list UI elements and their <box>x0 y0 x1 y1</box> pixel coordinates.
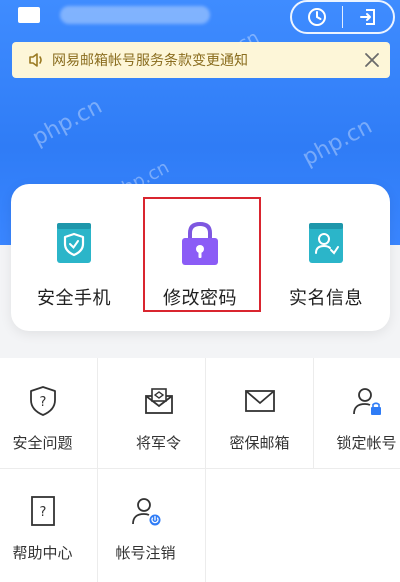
question-shield-icon: ? <box>26 384 60 418</box>
token-button[interactable]: 将军令 <box>110 358 207 468</box>
real-name-info-button[interactable]: 实名信息 <box>263 184 389 331</box>
history-button[interactable] <box>292 2 342 32</box>
svg-text:?: ? <box>39 505 46 520</box>
lock-account-label: 锁定帐号 <box>336 434 397 452</box>
token-envelope-icon <box>142 384 176 418</box>
top-bar: ••••••••••• <box>0 0 400 38</box>
mail-icon <box>243 384 277 418</box>
change-password-button[interactable]: 修改密码 <box>137 184 263 331</box>
security-question-label: 安全问题 <box>12 434 73 452</box>
help-doc-icon: ? <box>26 494 60 528</box>
notice-text: 网易邮箱帐号服务条款变更通知 <box>52 53 248 69</box>
backup-email-button[interactable]: 密保邮箱 <box>211 358 308 468</box>
clock-icon <box>308 8 326 26</box>
secure-phone-label: 安全手机 <box>37 288 111 309</box>
id-card-icon <box>303 220 349 266</box>
divider <box>205 468 206 582</box>
top-actions <box>290 0 395 34</box>
close-icon <box>365 53 379 67</box>
lock-icon <box>177 220 223 266</box>
security-grid: ? 安全问题 将军令 密保邮箱 锁定帐号 ? 帮助中心 帐号注销 <box>0 358 400 582</box>
security-question-button[interactable]: ? 安全问题 <box>0 358 91 468</box>
notice-close-button[interactable] <box>354 42 390 78</box>
account-name: ••••••••••• <box>60 6 210 24</box>
svg-text:?: ? <box>39 395 46 410</box>
help-center-button[interactable]: ? 帮助中心 <box>0 468 91 578</box>
account-avatar <box>18 7 40 23</box>
help-center-label: 帮助中心 <box>12 544 73 562</box>
speaker-icon <box>29 53 42 67</box>
logout-button[interactable] <box>343 2 393 32</box>
notice-bar[interactable]: 网易邮箱帐号服务条款变更通知 <box>12 42 390 78</box>
backup-email-label: 密保邮箱 <box>229 434 290 452</box>
user-power-icon <box>129 494 163 528</box>
divider <box>313 358 314 468</box>
secure-phone-button[interactable]: 安全手机 <box>11 184 137 331</box>
primary-card: 安全手机 修改密码 实名信息 <box>11 184 390 331</box>
change-password-label: 修改密码 <box>163 288 237 309</box>
shield-phone-icon <box>51 220 97 266</box>
real-name-info-label: 实名信息 <box>289 288 363 309</box>
token-label: 将军令 <box>135 434 181 452</box>
close-account-button[interactable]: 帐号注销 <box>97 468 194 578</box>
lock-account-button[interactable]: 锁定帐号 <box>318 358 400 468</box>
exit-icon <box>360 9 375 25</box>
close-account-label: 帐号注销 <box>115 544 176 562</box>
user-lock-icon <box>350 384 384 418</box>
